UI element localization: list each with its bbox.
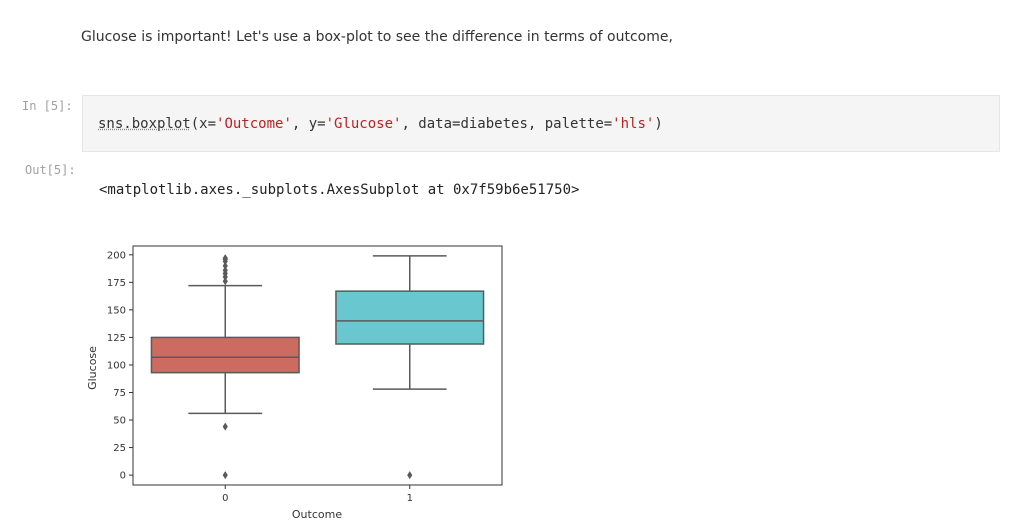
code-part: )	[654, 116, 663, 132]
y-tick-label: 125	[107, 333, 126, 344]
code-string: 'Glucose'	[325, 116, 402, 132]
code-part: (x=	[190, 116, 217, 132]
code-string: 'Outcome'	[216, 116, 292, 132]
iqr-box	[335, 290, 485, 345]
y-axis-label: Glucose	[86, 346, 99, 390]
markdown-text: Glucose is important! Let's use a box-pl…	[81, 29, 673, 45]
x-axis: 01	[222, 485, 413, 504]
code-part: , y=	[291, 116, 326, 132]
glucose-boxplot: 0255075100125150175200 01 Outcome Glucos…	[86, 245, 503, 521]
x-tick-label: 1	[407, 493, 413, 504]
code-line[interactable]: sns.boxplot(x='Outcome', y='Glucose', da…	[98, 116, 663, 132]
y-tick-label: 75	[113, 388, 126, 399]
y-axis: 0 25 50 75 100 125 150 175 200	[107, 250, 133, 482]
code-string: 'hls'	[612, 116, 655, 132]
y-tick-label: 0	[120, 471, 126, 482]
iqr-box	[150, 336, 300, 374]
code-cell[interactable]: sns.boxplot(x='Outcome', y='Glucose', da…	[82, 95, 1000, 152]
y-tick-label: 25	[113, 443, 126, 454]
code-function: sns.boxplot	[98, 116, 191, 132]
input-prompt: In [5]:	[22, 99, 73, 113]
y-tick-label: 150	[107, 305, 126, 316]
y-tick-label: 100	[107, 360, 126, 371]
x-axis-label: Outcome	[292, 508, 342, 521]
y-tick-label: 175	[107, 278, 126, 289]
output-text: <matplotlib.axes._subplots.AxesSubplot a…	[99, 182, 580, 198]
output-prompt: Out[5]:	[25, 163, 76, 177]
code-part: , data=diabetes, palette=	[401, 116, 613, 132]
y-tick-label: 50	[113, 416, 126, 427]
y-tick-label: 200	[107, 250, 126, 261]
x-tick-label: 0	[222, 493, 228, 504]
